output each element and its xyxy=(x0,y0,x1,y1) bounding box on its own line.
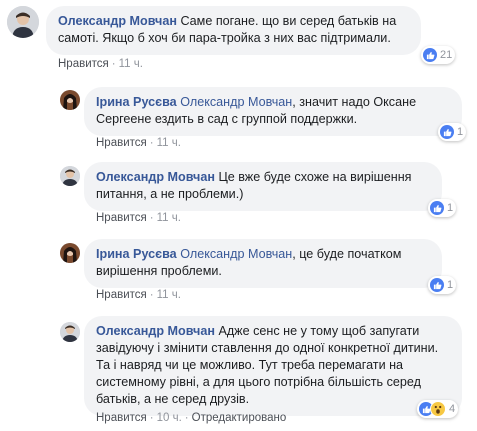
reaction-summary[interactable]: 1 xyxy=(428,199,457,217)
avatar[interactable] xyxy=(60,243,80,263)
comment-author[interactable]: Ірина Русєва xyxy=(96,95,177,109)
like-icon xyxy=(423,48,437,62)
like-link[interactable]: Нравится xyxy=(96,289,147,301)
reaction-summary[interactable]: 21 xyxy=(421,46,456,64)
comment-bubble: Ірина Русєва Олександр Мовчан, значит на… xyxy=(84,87,462,136)
reaction-summary[interactable]: 1 xyxy=(428,276,457,294)
like-link[interactable]: Нравится xyxy=(96,212,147,224)
reaction-count: 4 xyxy=(449,403,456,415)
comment-time[interactable]: 11 ч. xyxy=(157,289,181,301)
comment-bubble: Олександр Мовчан Це вже буде схоже на ви… xyxy=(84,162,442,211)
avatar[interactable] xyxy=(60,166,80,186)
edited-label[interactable]: Отредактировано xyxy=(192,412,287,424)
comment-author[interactable]: Олександр Мовчан xyxy=(96,324,215,338)
comment-time[interactable]: 11 ч. xyxy=(119,58,143,70)
comment-bubble: Олександр Мовчан Саме погане. що ви сере… xyxy=(46,6,421,55)
comment-bubble: Ірина Русєва Олександр Мовчан, це буде п… xyxy=(84,239,442,288)
like-link[interactable]: Нравится xyxy=(58,58,109,70)
comment-meta: Нравится · 11 ч. xyxy=(58,58,143,70)
comment-time[interactable]: 11 ч. xyxy=(157,137,181,149)
avatar[interactable] xyxy=(7,6,39,38)
reaction-count: 1 xyxy=(447,202,454,214)
comment-time[interactable]: 10 ч. xyxy=(157,412,182,424)
comment-meta: Нравится · 10 ч. · Отредактировано xyxy=(96,412,287,424)
wow-icon xyxy=(430,401,446,417)
like-link[interactable]: Нравится xyxy=(96,137,147,149)
comment-author[interactable]: Олександр Мовчан xyxy=(96,170,215,184)
comment-meta: Нравится · 11 ч. xyxy=(96,212,181,224)
reaction-summary[interactable]: 4 xyxy=(417,400,459,418)
comment-time[interactable]: 11 ч. xyxy=(157,212,181,224)
reaction-count: 1 xyxy=(457,126,464,138)
like-icon xyxy=(430,201,444,215)
avatar[interactable] xyxy=(60,90,80,110)
reaction-count: 1 xyxy=(447,279,454,291)
reaction-count: 21 xyxy=(440,49,453,61)
comment-meta: Нравится · 11 ч. xyxy=(96,289,181,301)
comment-meta: Нравится · 11 ч. xyxy=(96,137,181,149)
mention-link[interactable]: Олександр Мовчан xyxy=(180,95,292,109)
like-icon xyxy=(440,125,454,139)
reaction-summary[interactable]: 1 xyxy=(438,123,467,141)
like-link[interactable]: Нравится xyxy=(96,412,147,424)
avatar[interactable] xyxy=(60,322,80,342)
comment-author[interactable]: Олександр Мовчан xyxy=(58,14,177,28)
like-icon xyxy=(430,278,444,292)
comment-bubble: Олександр Мовчан Адже сенс не у тому щоб… xyxy=(84,316,462,416)
comment-author[interactable]: Ірина Русєва xyxy=(96,247,177,261)
mention-link[interactable]: Олександр Мовчан xyxy=(180,247,292,261)
